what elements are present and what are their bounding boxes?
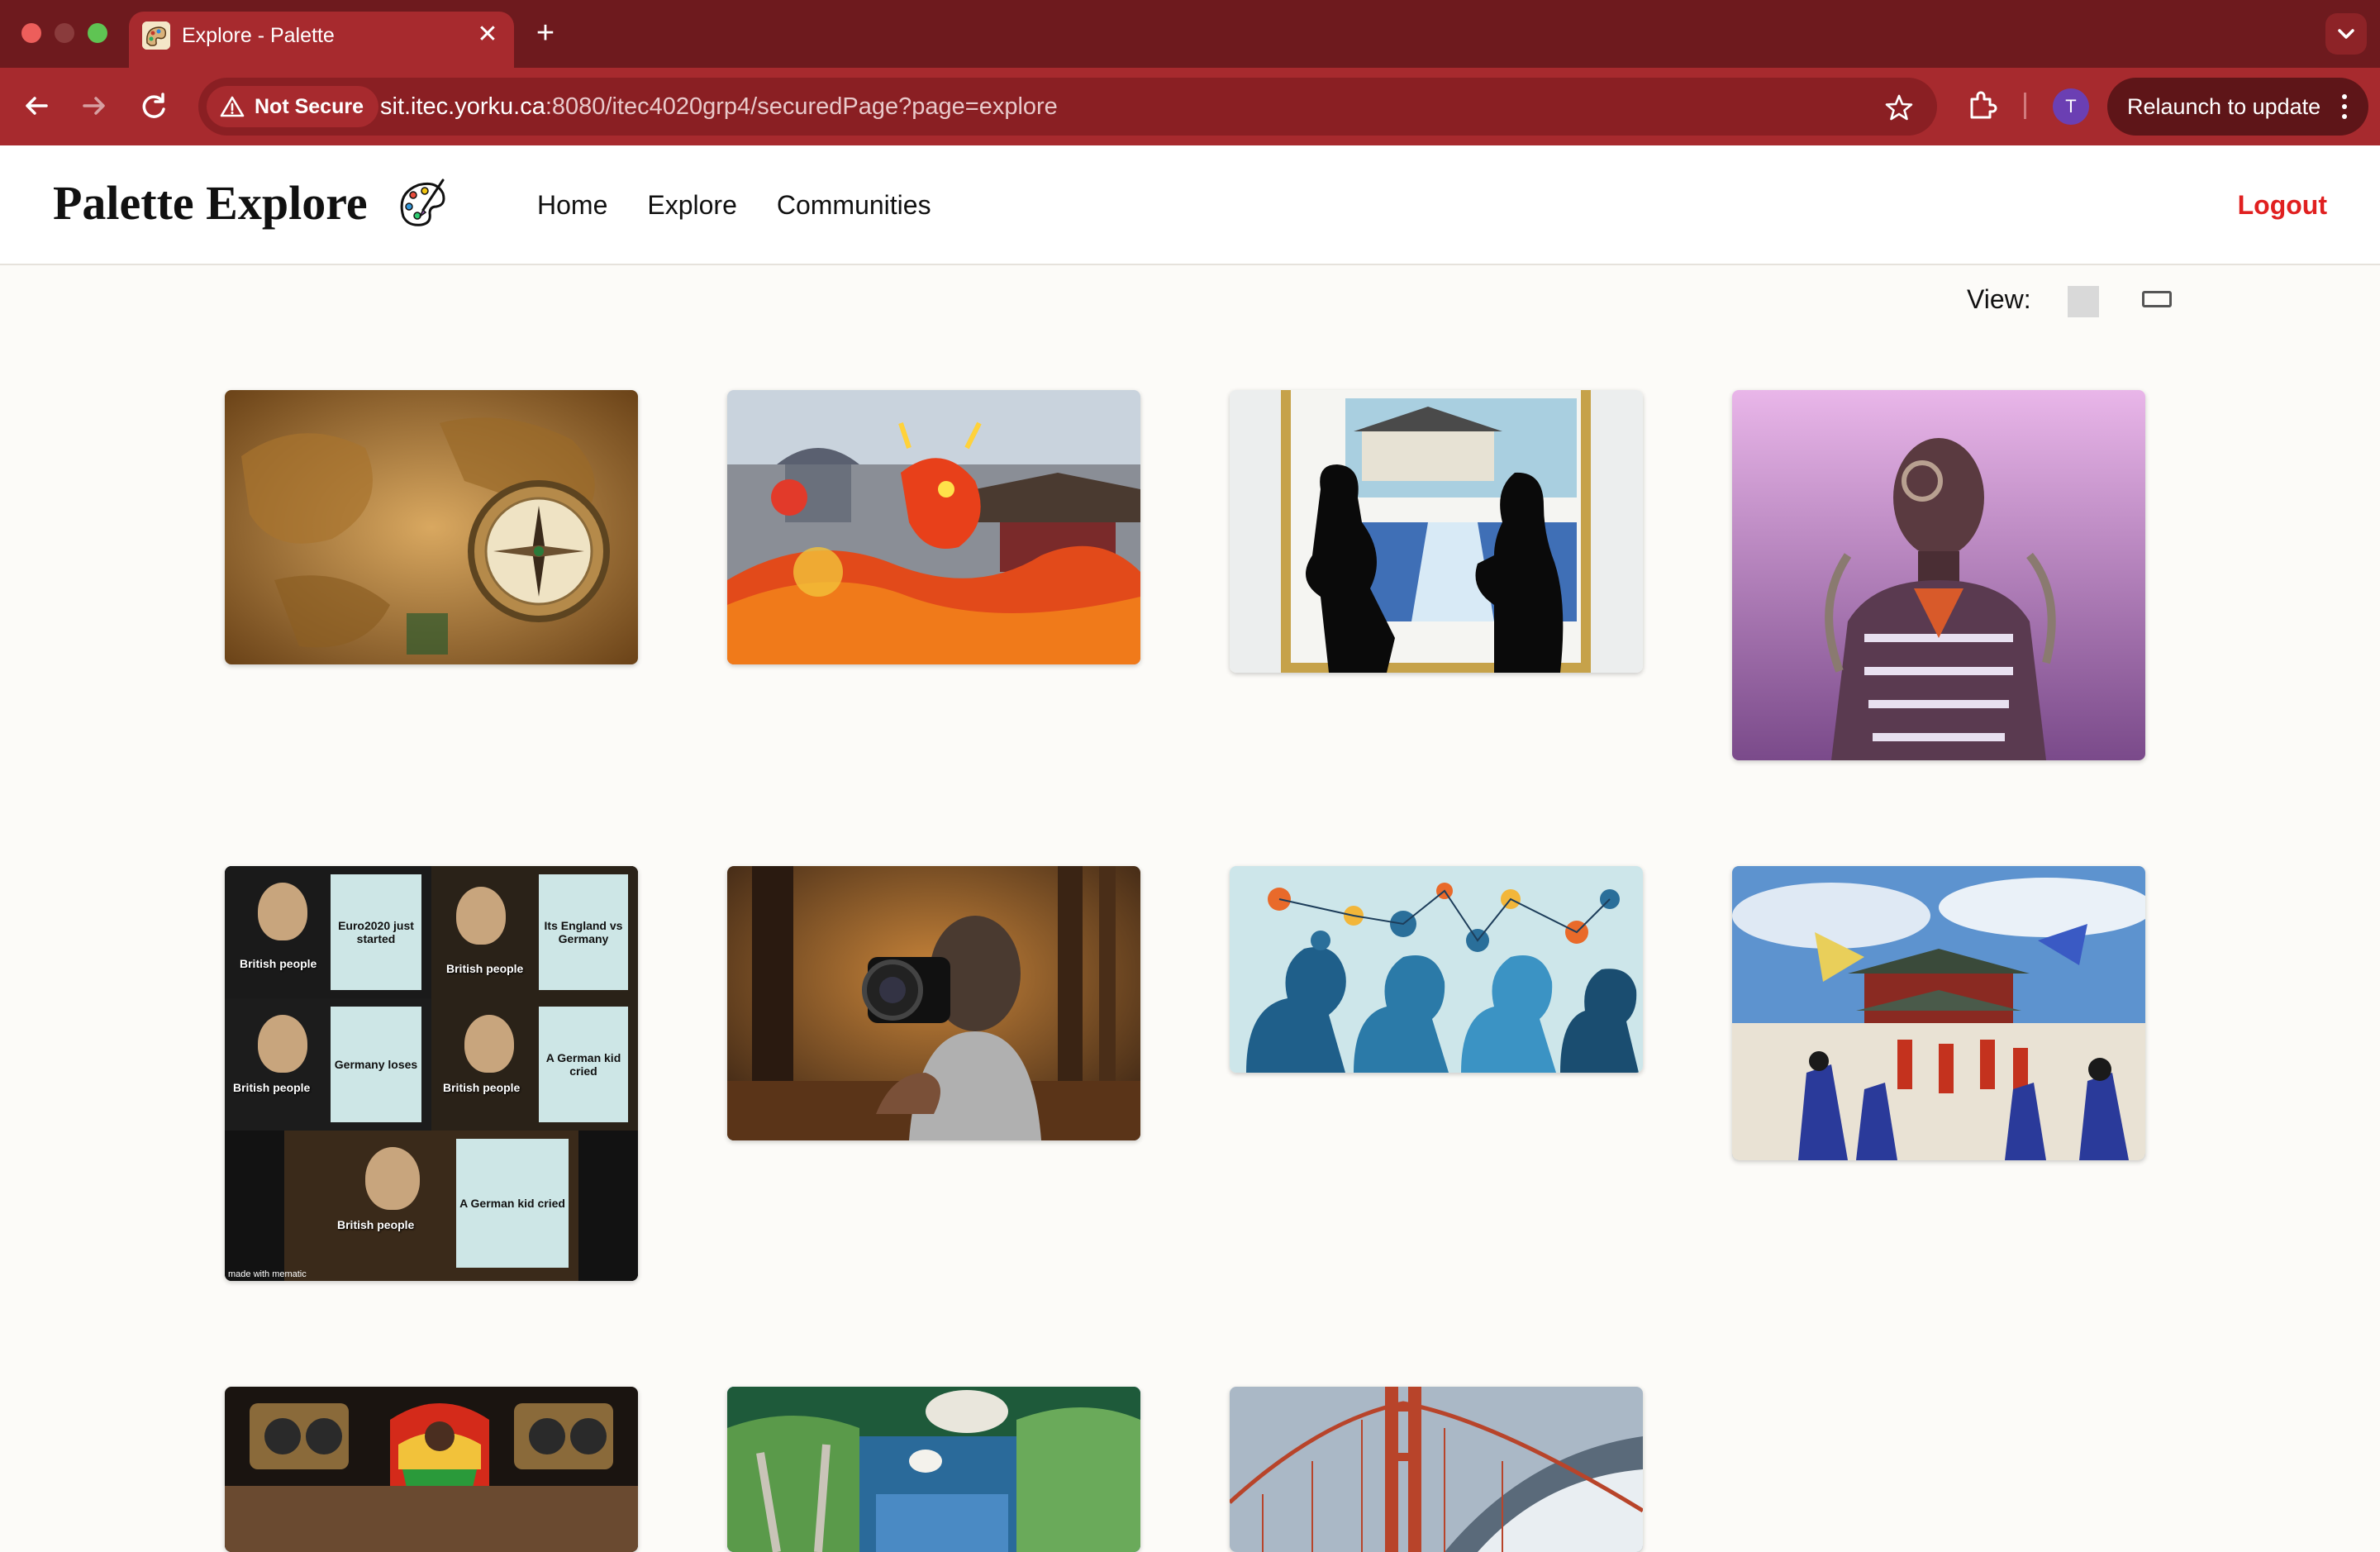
minimize-window-button[interactable] [55, 23, 74, 43]
url-path: :8080/itec4020grp4/securedPage?page=expl… [545, 93, 1058, 120]
url-host: sit.itec.yorku.ca [380, 93, 545, 120]
meme-panel-2: Its England vs Germany British people [431, 866, 638, 998]
palette-favicon-icon [142, 21, 170, 50]
security-label: Not Secure [255, 95, 364, 118]
gallery-item-silhouettes[interactable] [1230, 390, 1643, 673]
cyborg-portrait-image [1732, 390, 2145, 760]
tab-title: Explore - Palette [182, 24, 335, 47]
gallery-item-map-compass[interactable] [225, 390, 638, 664]
gallery-item-palace-guards[interactable] [1732, 866, 2145, 1160]
address-bar[interactable]: Not Secure sit.itec.yorku.ca:8080/itec40… [198, 78, 1937, 136]
back-arrow-icon[interactable] [18, 88, 55, 124]
meme-face [258, 1015, 307, 1073]
bookmark-star-icon[interactable] [1884, 93, 1914, 122]
reload-icon[interactable] [136, 88, 172, 124]
meme-face [464, 1015, 514, 1073]
relaunch-label: Relaunch to update [2127, 94, 2321, 119]
meme-panel-1: Euro2020 just started British people [225, 866, 431, 998]
meme-caption: British people [446, 962, 524, 975]
meme-watermark: made with mematic [228, 1269, 307, 1279]
profile-avatar[interactable]: T [2053, 88, 2089, 125]
gallery-item-music-mural[interactable] [225, 1387, 638, 1552]
music-mural-image [225, 1387, 638, 1552]
more-menu-icon[interactable] [2340, 94, 2349, 121]
meme-face [365, 1147, 420, 1210]
map-compass-image [225, 390, 638, 664]
golden-gate-image [1230, 1387, 1643, 1552]
meme-caption: British people [337, 1218, 415, 1231]
tab-search-button[interactable] [2325, 13, 2367, 55]
nav-communities-link[interactable]: Communities [777, 190, 931, 221]
palette-logo-icon [400, 179, 445, 226]
meme-sign: A German kid cried [539, 1007, 628, 1122]
maximize-window-button[interactable] [88, 23, 107, 43]
meme-caption: British people [240, 957, 317, 970]
toolbar-divider [2024, 93, 2026, 119]
close-tab-icon[interactable]: ✕ [473, 20, 502, 50]
gallery-item-network-heads[interactable] [1230, 866, 1643, 1073]
main-nav: Home Explore Communities [537, 190, 931, 221]
forward-arrow-icon[interactable] [76, 88, 112, 124]
logout-link[interactable]: Logout [2238, 190, 2327, 221]
gallery-item-camera-toss[interactable] [727, 866, 1140, 1140]
meme-panel-4: A German kid cried British people [431, 998, 638, 1131]
list-view-toggle[interactable] [2142, 291, 2172, 307]
security-chip[interactable]: Not Secure [207, 86, 378, 127]
view-label: View: [1967, 284, 2031, 314]
meme-panel-5: A German kid cried British people made w… [225, 1131, 638, 1281]
gallery-item-dragon-dance[interactable] [727, 390, 1140, 664]
gallery-item-meme[interactable]: Euro2020 just started British people Its… [225, 866, 638, 1281]
meme-face [258, 883, 307, 940]
meme-caption: British people [233, 1081, 311, 1094]
nav-explore-link[interactable]: Explore [647, 190, 737, 221]
close-window-button[interactable] [21, 23, 41, 43]
meme-face [456, 887, 506, 945]
camera-toss-image [727, 866, 1140, 1140]
network-heads-image [1230, 866, 1643, 1073]
gallery-item-golden-gate[interactable] [1230, 1387, 1643, 1552]
new-tab-button[interactable]: + [529, 17, 562, 50]
nav-home-link[interactable]: Home [537, 190, 607, 221]
browser-tab-strip: Explore - Palette ✕ + [0, 0, 2380, 68]
gallery-item-cyborg[interactable] [1732, 390, 2145, 760]
silhouettes-painting-image [1230, 390, 1643, 673]
meme-panel-3: Germany loses British people [225, 998, 431, 1131]
site-logo-text[interactable]: Palette Explore [53, 175, 368, 231]
gallery-item-park-scene[interactable] [727, 1387, 1140, 1552]
meme-sign: Its England vs Germany [539, 874, 628, 990]
dragon-dance-image [727, 390, 1140, 664]
palace-guards-image [1732, 866, 2145, 1160]
meme-caption: British people [443, 1081, 521, 1094]
browser-tab-active[interactable]: Explore - Palette ✕ [129, 12, 514, 68]
meme-sign: Germany loses [331, 1007, 421, 1122]
url-text: sit.itec.yorku.ca:8080/itec4020grp4/secu… [380, 78, 1058, 136]
grid-view-toggle[interactable] [2068, 286, 2099, 317]
browser-toolbar: Not Secure sit.itec.yorku.ca:8080/itec40… [0, 68, 2380, 145]
park-scene-image [727, 1387, 1140, 1552]
site-header: Palette Explore Home Explore Communities… [0, 145, 2380, 265]
extensions-puzzle-icon[interactable] [1965, 89, 1998, 122]
warning-triangle-icon [220, 96, 245, 117]
meme-sign: Euro2020 just started [331, 874, 421, 990]
relaunch-button[interactable]: Relaunch to update [2107, 78, 2368, 136]
meme-sign: A German kid cried [456, 1139, 569, 1268]
chevron-down-icon [2338, 29, 2354, 39]
